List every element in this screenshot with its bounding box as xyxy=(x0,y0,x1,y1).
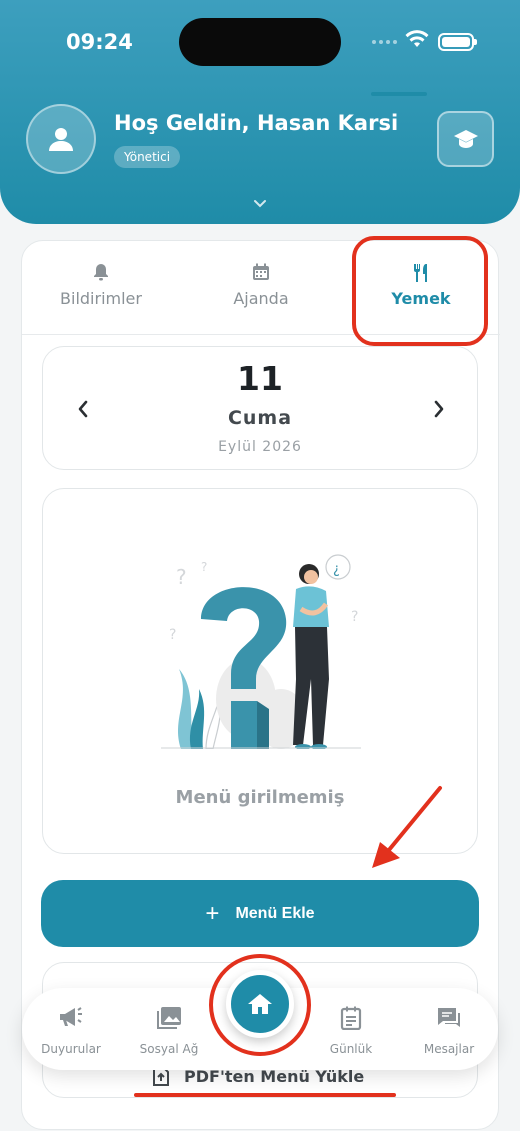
next-day-button[interactable] xyxy=(427,397,451,421)
chevron-down-icon[interactable] xyxy=(252,195,268,214)
annotation-arrow xyxy=(372,786,442,868)
svg-text:?: ? xyxy=(176,565,187,589)
nav-mesajlar[interactable]: Mesajlar xyxy=(404,1006,494,1056)
thinking-person-illustration: ? ? ? ? ¿ xyxy=(161,554,361,749)
date-weekday: Cuma xyxy=(227,407,293,429)
active-tab-indicator xyxy=(371,92,427,96)
app-header: 09:24 Hoş Geldin, Hasan Karsi Yönetici xyxy=(0,0,520,224)
signal-icon xyxy=(372,40,397,44)
graduation-cap-icon xyxy=(453,130,478,148)
journal-icon xyxy=(306,1006,396,1032)
add-menu-button[interactable]: + Menü Ekle xyxy=(41,880,479,947)
greeting-text: Hoş Geldin, Hasan Karsi xyxy=(114,111,399,135)
chat-icon xyxy=(404,1006,494,1032)
nav-duyurular[interactable]: Duyurular xyxy=(26,1006,116,1056)
wifi-icon xyxy=(405,30,429,52)
home-button[interactable] xyxy=(226,970,294,1038)
graduation-cap-button[interactable] xyxy=(437,111,494,167)
tab-label: Ajanda xyxy=(233,289,289,308)
dynamic-island xyxy=(179,18,341,66)
battery-icon xyxy=(438,33,477,51)
date-day: 11 xyxy=(237,359,283,398)
calendar-icon xyxy=(186,263,336,281)
nav-label: Duyurular xyxy=(41,1042,101,1056)
photos-icon xyxy=(124,1006,214,1032)
bell-icon xyxy=(26,263,176,281)
user-icon xyxy=(49,128,73,151)
plus-icon: + xyxy=(205,899,220,927)
nav-label: Mesajlar xyxy=(423,1042,475,1056)
nav-label: Günlük xyxy=(329,1042,373,1056)
date-selector: 11 Cuma Eylül 2026 xyxy=(42,346,478,470)
svg-text:?: ? xyxy=(351,609,358,625)
nav-label: Sosyal Ağ xyxy=(139,1042,199,1056)
avatar[interactable] xyxy=(26,104,96,174)
role-badge: Yönetici xyxy=(114,146,181,168)
svg-text:¿: ¿ xyxy=(333,562,340,577)
add-menu-label: Menü Ekle xyxy=(235,904,315,922)
annotation-highlight-tab xyxy=(352,236,488,346)
home-icon xyxy=(248,994,272,1014)
tab-bildirimler[interactable]: Bildirimler xyxy=(26,241,176,335)
nav-gunluk[interactable]: Günlük xyxy=(306,1006,396,1056)
svg-text:?: ? xyxy=(169,627,176,643)
svg-text:?: ? xyxy=(201,560,207,574)
tab-ajanda[interactable]: Ajanda xyxy=(186,241,336,335)
chevron-right-icon xyxy=(434,400,444,418)
nav-sosyal-ag[interactable]: Sosyal Ağ xyxy=(124,1006,214,1056)
annotation-underline xyxy=(134,1093,396,1097)
tab-label: Bildirimler xyxy=(60,289,142,308)
megaphone-icon xyxy=(26,1006,116,1032)
status-time: 09:24 xyxy=(66,30,133,54)
date-month-year: Eylül 2026 xyxy=(218,439,302,455)
